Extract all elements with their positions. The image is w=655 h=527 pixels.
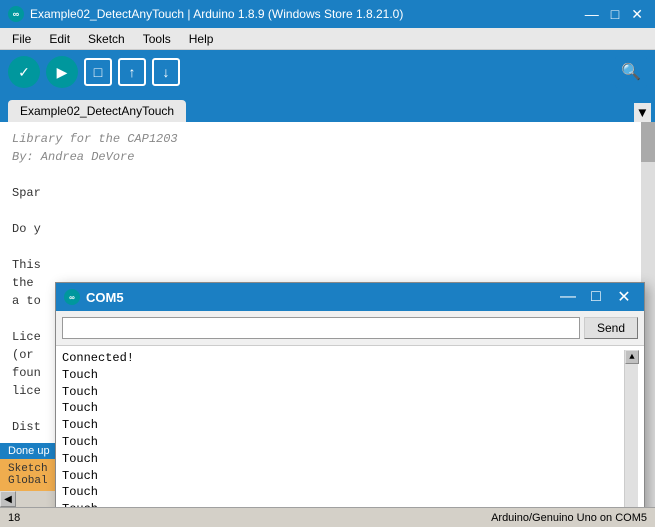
serial-output[interactable]: Connected! Touch Touch Touch Touch Touch…	[56, 346, 644, 507]
modal-title-left: ∞ COM5	[64, 289, 124, 305]
main-window: ∞ Example02_DetectAnyTouch | Arduino 1.8…	[0, 0, 655, 527]
editor-line-4: Spar	[12, 184, 643, 202]
tab-dropdown-button[interactable]: ▼	[634, 103, 651, 122]
sketch-text: Sketch	[8, 463, 48, 475]
minimize-button[interactable]: —	[581, 6, 603, 23]
title-bar-left: ∞ Example02_DetectAnyTouch | Arduino 1.8…	[8, 6, 403, 22]
serial-lines: Connected! Touch Touch Touch Touch Touch…	[62, 350, 624, 507]
editor-line-6: Do y	[12, 220, 643, 238]
modal-arduino-logo: ∞	[64, 289, 80, 305]
bottom-info: 18	[8, 512, 20, 524]
modal-controls: — □ ✕	[556, 285, 636, 309]
verify-button[interactable]: ✓	[8, 56, 40, 88]
bottom-status-bar: 18 Arduino/Genuino Uno on COM5	[0, 507, 655, 527]
save-button[interactable]: ↓	[152, 58, 180, 86]
editor-line-5	[12, 202, 643, 220]
h-scroll-left-button[interactable]: ◀	[0, 491, 16, 507]
search-button[interactable]: 🔍	[615, 56, 647, 88]
editor-line-7	[12, 238, 643, 256]
done-text: Done up	[8, 445, 50, 457]
serial-line-8: Touch	[62, 484, 624, 501]
menu-edit[interactable]: Edit	[41, 30, 78, 48]
close-button[interactable]: ✕	[627, 6, 647, 23]
serial-line-4: Touch	[62, 417, 624, 434]
toolbar: ✓ ▶ □ ↑ ↓ 🔍	[0, 50, 655, 94]
modal-close-button[interactable]: ✕	[612, 285, 636, 309]
menu-tools[interactable]: Tools	[135, 30, 179, 48]
serial-line-1: Touch	[62, 367, 624, 384]
open-button[interactable]: ↑	[118, 58, 146, 86]
tab-bar: Example02_DetectAnyTouch ▼	[0, 94, 655, 122]
serial-line-7: Touch	[62, 468, 624, 485]
title-bar: ∞ Example02_DetectAnyTouch | Arduino 1.8…	[0, 0, 655, 28]
modal-minimize-button[interactable]: —	[556, 285, 580, 309]
editor-line-8: This	[12, 256, 643, 274]
editor-scroll-thumb[interactable]	[641, 122, 655, 162]
editor-line-1: Library for the CAP1203	[12, 130, 643, 148]
modal-input-row: Send	[56, 311, 644, 346]
send-button[interactable]: Send	[584, 317, 638, 339]
new-button[interactable]: □	[84, 58, 112, 86]
serial-line-connected: Connected!	[62, 350, 624, 367]
serial-scroll-up-button[interactable]: ▲	[625, 350, 639, 364]
modal-title-bar: ∞ COM5 — □ ✕	[56, 283, 644, 311]
menu-sketch[interactable]: Sketch	[80, 30, 133, 48]
menu-file[interactable]: File	[4, 30, 39, 48]
editor-tab[interactable]: Example02_DetectAnyTouch	[8, 100, 186, 122]
serial-scrollbar[interactable]: ▲ ▼	[624, 350, 638, 507]
serial-line-5: Touch	[62, 434, 624, 451]
com5-modal: ∞ COM5 — □ ✕ Send C	[55, 282, 645, 507]
maximize-button[interactable]: □	[607, 6, 623, 23]
serial-line-9: Touch	[62, 501, 624, 507]
serial-line-6: Touch	[62, 451, 624, 468]
modal-title-text: COM5	[86, 290, 124, 305]
tab-label: Example02_DetectAnyTouch	[20, 104, 174, 118]
window-title: Example02_DetectAnyTouch | Arduino 1.8.9…	[30, 7, 403, 21]
upload-button[interactable]: ▶	[46, 56, 78, 88]
modal-maximize-button[interactable]: □	[584, 285, 608, 309]
editor-area: Library for the CAP1203 By: Andrea DeVor…	[0, 122, 655, 507]
bottom-board: Arduino/Genuino Uno on COM5	[491, 512, 647, 524]
arduino-logo: ∞	[8, 6, 24, 22]
editor-line-2: By: Andrea DeVore	[12, 148, 643, 166]
serial-input[interactable]	[62, 317, 580, 339]
menu-help[interactable]: Help	[181, 30, 222, 48]
global-text: Global	[8, 475, 48, 487]
editor-line-3	[12, 166, 643, 184]
menu-bar: File Edit Sketch Tools Help	[0, 28, 655, 50]
serial-line-2: Touch	[62, 384, 624, 401]
title-bar-controls: — □ ✕	[581, 6, 647, 23]
serial-line-3: Touch	[62, 400, 624, 417]
